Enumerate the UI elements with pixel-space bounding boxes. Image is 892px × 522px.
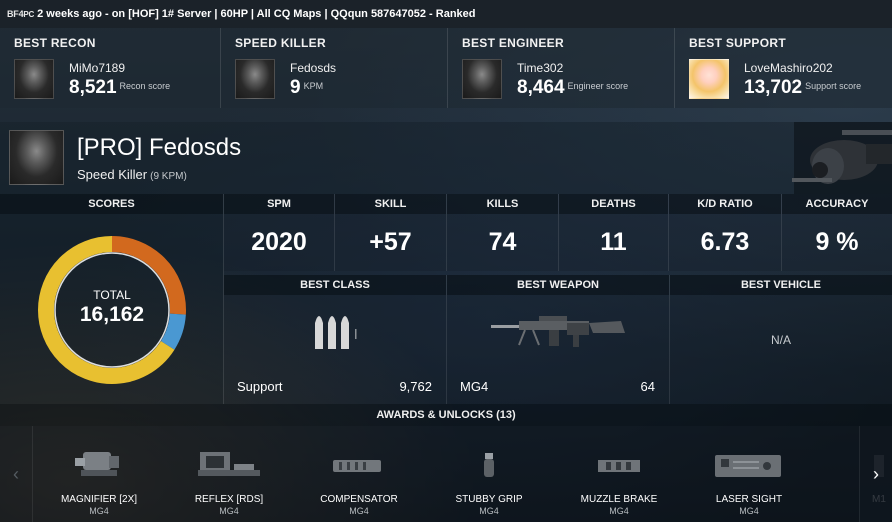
award-weapon: MG4 <box>479 506 499 516</box>
best-card-value: 9 KPM <box>290 77 324 98</box>
best-weapon-header: BEST WEAPON <box>447 275 669 295</box>
soldier-avatar <box>235 59 275 99</box>
best-class-name: Support <box>237 379 283 394</box>
soldier-avatar <box>462 59 502 99</box>
player-award-line: Speed Killer (9 KPM) <box>77 167 187 182</box>
laser-sight-icon <box>684 446 814 486</box>
player-profile: [PRO] Fedosds Speed Killer (9 KPM) <box>0 122 892 194</box>
award-weapon: MG4 <box>219 506 239 516</box>
awards-carousel: ‹ MAGNIFIER [2X] MG4 REFLEX [RDS] MG4 CO… <box>0 426 892 522</box>
anime-avatar <box>689 59 729 99</box>
stat-value: 74 <box>488 228 517 256</box>
stat-spm: SPM 2020 <box>224 194 335 271</box>
scores-header: SCORES <box>0 194 223 214</box>
player-avatar[interactable] <box>9 130 64 185</box>
stats-row: SPM 2020 SKILL +57 KILLS 74 DEATHS 11 K/… <box>224 194 892 271</box>
round-info-text: 2 weeks ago - on [HOF] 1# Server | 60HP … <box>37 8 476 20</box>
speed-killer-card[interactable]: SPEED KILLER Fedosds 9 KPM <box>221 28 448 108</box>
award-name: MAGNIFIER [2X] <box>60 494 138 505</box>
best-vehicle-header: BEST VEHICLE <box>670 275 892 295</box>
best-engineer-card[interactable]: BEST ENGINEER Time302 8,464 Engineer scor… <box>448 28 675 108</box>
stat-kills: KILLS 74 <box>447 194 559 271</box>
award-name: STUBBY GRIP <box>455 494 523 505</box>
muzzle-brake-icon <box>554 446 684 486</box>
stat-label: DEATHS <box>559 194 668 214</box>
award-name: LASER SIGHT <box>715 494 783 505</box>
best-class-panel[interactable]: BEST CLASS Support 9,762 <box>224 275 447 404</box>
helicopter-icon <box>792 122 892 194</box>
best-vehicle-panel[interactable]: BEST VEHICLE N/A <box>670 275 892 404</box>
stat-value: 11 <box>600 228 627 256</box>
stat-label: KILLS <box>447 194 558 214</box>
machine-gun-icon <box>491 316 625 347</box>
best-players-row: BEST RECON MiMo7189 8,521 Recon score SPE… <box>0 28 892 108</box>
stat-label: SKILL <box>335 194 446 214</box>
player-name: MiMo7189 <box>69 61 126 75</box>
stat-value: +57 <box>369 228 412 256</box>
player-name: Fedosds <box>290 61 337 75</box>
award-item[interactable]: LASER SIGHT MG4 <box>684 426 814 522</box>
player-name: LoveMashiro202 <box>744 61 833 75</box>
best-card-value: 8,464 Engineer score <box>517 77 629 98</box>
total-label: TOTAL <box>93 288 131 302</box>
best-loadout-row: BEST CLASS Support 9,762 BEST WEAPON MG4… <box>224 275 892 404</box>
best-card-value: 8,521 Recon score <box>69 77 171 98</box>
round-info-bar: BF4PC 2 weeks ago - on [HOF] 1# Server |… <box>0 0 892 28</box>
compensator-icon <box>294 446 424 486</box>
chevron-right-icon[interactable]: › <box>859 426 892 522</box>
stat-skill: SKILL +57 <box>335 194 447 271</box>
chevron-left-icon[interactable]: ‹ <box>0 426 33 522</box>
best-class-header: BEST CLASS <box>224 275 446 295</box>
game-logo: BF4PC <box>7 9 35 19</box>
award-weapon: MG4 <box>609 506 629 516</box>
total-value: 16,162 <box>79 303 145 326</box>
award-item[interactable]: MAGNIFIER [2X] MG4 <box>34 426 164 522</box>
reflex-sight-icon <box>164 446 294 486</box>
ammo-icon <box>315 316 357 349</box>
stat-label: ACCURACY <box>782 194 892 214</box>
best-vehicle-value: N/A <box>770 333 791 347</box>
award-name: REFLEX [RDS] <box>194 494 264 505</box>
stat-value: 9 % <box>815 228 859 256</box>
stat-deaths: DEATHS 11 <box>559 194 669 271</box>
best-weapon-kills: 64 <box>640 379 655 394</box>
award-weapon: MG4 <box>89 506 109 516</box>
best-weapon-name: MG4 <box>460 379 489 394</box>
award-name: COMPENSATOR <box>320 494 398 505</box>
stat-value: 6.73 <box>700 228 750 256</box>
player-name-heading[interactable]: [PRO] Fedosds <box>77 134 241 162</box>
best-card-title: BEST SUPPORT <box>689 36 786 50</box>
award-item[interactable]: MUZZLE BRAKE MG4 <box>554 426 684 522</box>
award-item[interactable]: STUBBY GRIP MG4 <box>424 426 554 522</box>
best-card-title: SPEED KILLER <box>235 36 326 50</box>
award-name: MUZZLE BRAKE <box>580 494 658 505</box>
best-card-title: BEST RECON <box>14 36 96 50</box>
awards-header: AWARDS & UNLOCKS (13) <box>0 404 892 426</box>
stat-kd-ratio: K/D RATIO 6.73 <box>669 194 782 271</box>
stat-label: K/D RATIO <box>669 194 781 214</box>
magnifier-scope-icon <box>34 446 164 486</box>
stubby-grip-icon <box>424 446 554 486</box>
player-name: Time302 <box>517 61 564 75</box>
best-support-card[interactable]: BEST SUPPORT LoveMashiro202 13,702 Suppor… <box>675 28 892 108</box>
stat-label: SPM <box>224 194 334 214</box>
award-item[interactable]: COMPENSATOR MG4 <box>294 426 424 522</box>
best-card-value: 13,702 Support score <box>744 77 862 98</box>
best-card-title: BEST ENGINEER <box>462 36 564 50</box>
stat-value: 2020 <box>251 228 307 256</box>
award-weapon: MG4 <box>739 506 759 516</box>
best-class-score: 9,762 <box>399 379 432 394</box>
stat-accuracy: ACCURACY 9 % <box>782 194 892 271</box>
award-weapon: MG4 <box>349 506 369 516</box>
best-weapon-panel[interactable]: BEST WEAPON MG4 64 <box>447 275 670 404</box>
award-item[interactable]: REFLEX [RDS] MG4 <box>164 426 294 522</box>
soldier-avatar <box>14 59 54 99</box>
best-recon-card[interactable]: BEST RECON MiMo7189 8,521 Recon score <box>0 28 221 108</box>
scores-panel: SCORES TOTAL 16,162 <box>0 194 224 404</box>
